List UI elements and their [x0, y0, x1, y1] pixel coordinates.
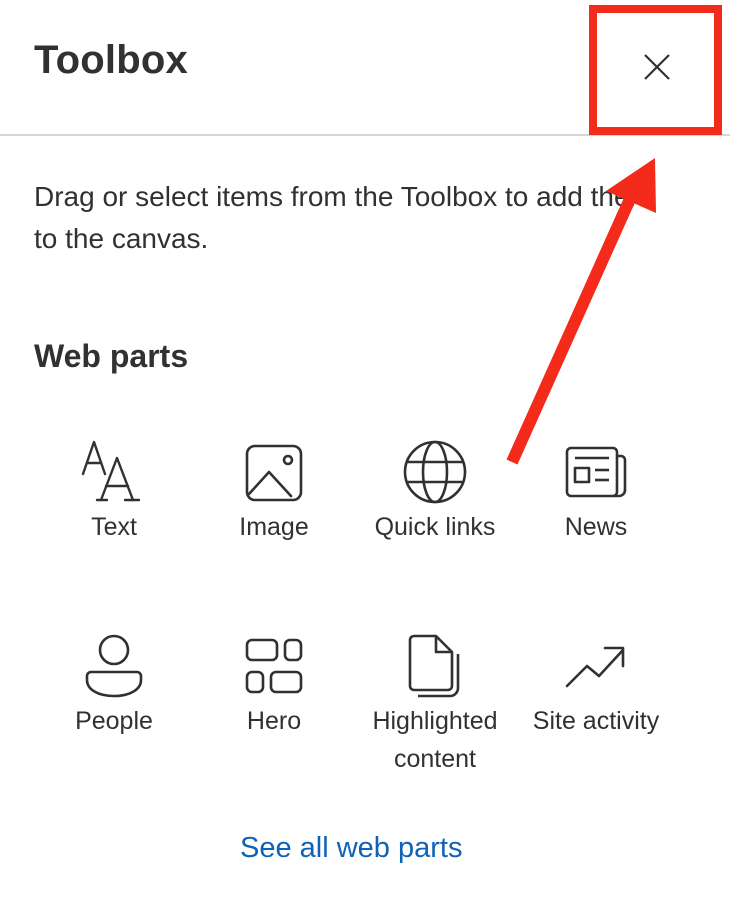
web-part-label: Highlighted content	[372, 707, 498, 773]
web-part-label: People	[75, 707, 153, 735]
web-part-highlighted-content[interactable]: Highlighted content	[355, 630, 515, 778]
trending-icon	[565, 646, 625, 688]
web-part-label: Image	[239, 513, 309, 541]
toolbox-description: Drag or select items from the Toolbox to…	[34, 181, 653, 254]
toolbox-panel: Toolbox Drag or select items from the To…	[0, 0, 730, 900]
web-part-label: Text	[91, 513, 137, 541]
web-part-hero[interactable]: Hero	[194, 630, 354, 740]
web-part-label: Hero	[246, 707, 302, 735]
web-part-label: Site activity	[532, 707, 660, 735]
web-part-news[interactable]: News	[516, 436, 676, 546]
text-icon	[81, 440, 141, 502]
web-part-image[interactable]: Image	[194, 436, 354, 546]
image-icon	[245, 444, 303, 502]
web-part-label: News	[564, 513, 628, 541]
web-part-label: Quick links	[374, 513, 496, 541]
web-parts-heading: Web parts	[34, 338, 189, 374]
web-part-site-activity[interactable]: Site activity	[516, 630, 676, 740]
web-part-quick-links[interactable]: Quick links	[355, 436, 515, 546]
web-part-text[interactable]: Text	[34, 436, 194, 546]
person-icon	[85, 634, 143, 698]
grid-icon	[245, 638, 303, 694]
newspaper-icon	[565, 446, 627, 498]
close-button-highlight	[589, 5, 722, 135]
web-part-people[interactable]: People	[34, 630, 194, 740]
see-all-web-parts-link[interactable]: See all web parts	[240, 832, 462, 865]
globe-icon	[403, 440, 467, 504]
toolbox-title: Toolbox	[34, 38, 188, 82]
documents-icon	[408, 634, 460, 698]
